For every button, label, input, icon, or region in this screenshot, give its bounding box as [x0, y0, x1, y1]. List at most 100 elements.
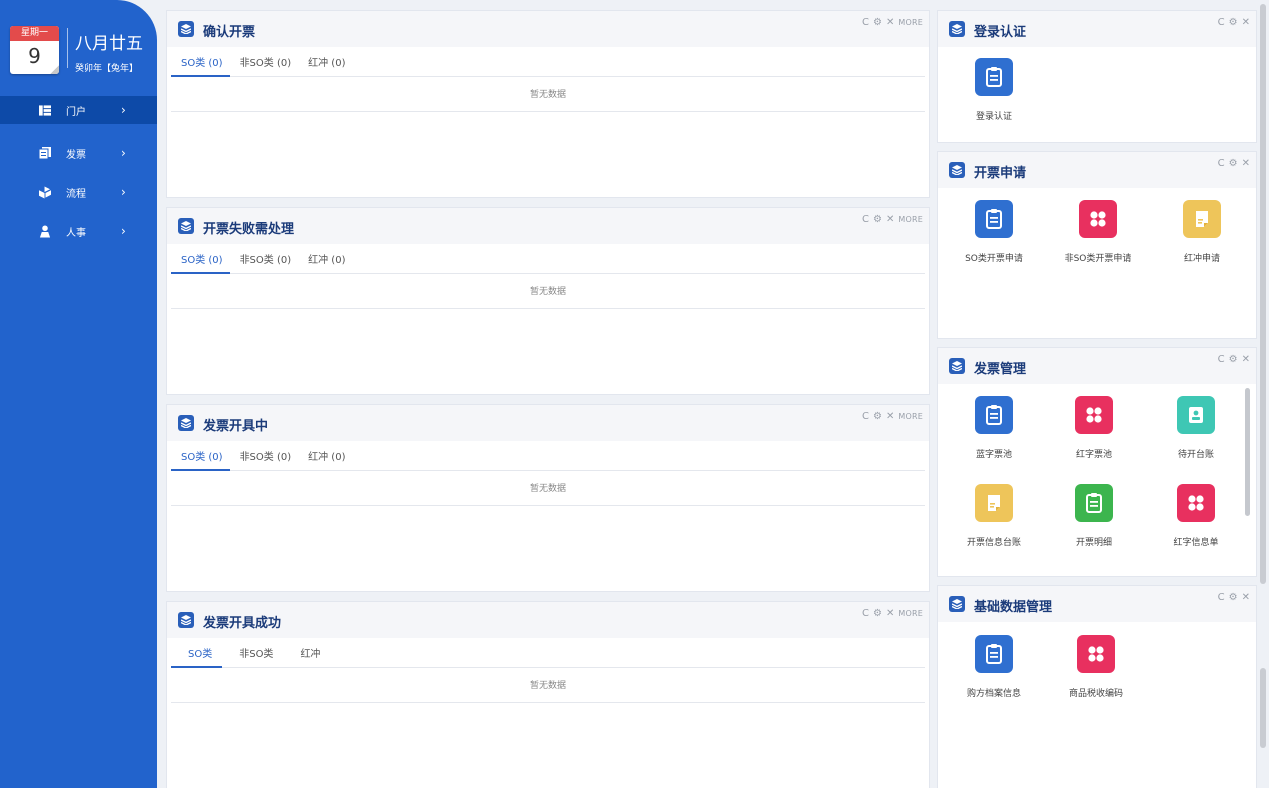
- more-link[interactable]: MORE: [898, 609, 923, 618]
- refresh-button[interactable]: C: [862, 608, 869, 619]
- panel-body: SO类 (0) 非SO类 (0) 红冲 (0) 暂无数据: [167, 47, 929, 197]
- close-button[interactable]: ✕: [1242, 158, 1250, 169]
- close-button[interactable]: ✕: [1242, 592, 1250, 603]
- tile-red-pool[interactable]: 红字票池: [1044, 396, 1144, 460]
- tab-non-so[interactable]: 非SO类 (0): [230, 55, 299, 77]
- tile-invoice-info-ledger[interactable]: 开票信息台账: [944, 484, 1044, 548]
- tile-label: SO类开票申请: [965, 254, 1023, 264]
- close-button[interactable]: ✕: [1242, 354, 1250, 365]
- tab-red-reverse[interactable]: 红冲: [283, 646, 330, 668]
- layers-icon: [178, 415, 194, 431]
- tile-red-reverse-apply[interactable]: 红冲申请: [1152, 200, 1252, 264]
- layers-icon: [949, 162, 965, 178]
- settings-button[interactable]: ⚙: [873, 411, 882, 422]
- tab-non-so[interactable]: 非SO类 (0): [230, 252, 299, 274]
- panel-body: 蓝字票池 红字票池 待开台账 开票信息台账 开票明细 红字信息单: [938, 384, 1256, 576]
- note-icon: [975, 484, 1013, 522]
- tile-label: 蓝字票池: [975, 450, 1012, 460]
- panel-scrollbar[interactable]: [1245, 388, 1250, 516]
- grid-icon: [1075, 396, 1113, 434]
- settings-button[interactable]: ⚙: [1229, 17, 1238, 28]
- refresh-button[interactable]: C: [1218, 158, 1225, 169]
- refresh-button[interactable]: C: [862, 214, 869, 225]
- tile-invoice-details[interactable]: 开票明细: [1044, 484, 1144, 548]
- tab-so[interactable]: SO类 (0): [171, 252, 230, 274]
- sidebar-item-invoice[interactable]: 发票 ›: [0, 136, 157, 170]
- tile-label: 红字票池: [1075, 450, 1112, 460]
- tile-red-info-form[interactable]: 红字信息单: [1146, 484, 1246, 548]
- close-button[interactable]: ✕: [886, 17, 894, 28]
- refresh-button[interactable]: C: [1218, 17, 1225, 28]
- tab-bar: SO类 (0) 非SO类 (0) 红冲 (0): [171, 55, 925, 77]
- sidebar-item-label: 人事: [66, 227, 86, 239]
- tab-bar: SO类 (0) 非SO类 (0) 红冲 (0): [171, 449, 925, 471]
- sidebar-item-label: 门户: [66, 106, 86, 118]
- sidebar-item-flow[interactable]: 流程 ›: [0, 175, 157, 209]
- tile-label: 非SO类开票申请: [1064, 254, 1132, 264]
- layers-icon: [178, 218, 194, 234]
- doc-icon: [975, 58, 1013, 96]
- tile-non-so-apply[interactable]: 非SO类开票申请: [1048, 200, 1148, 264]
- settings-button[interactable]: ⚙: [1229, 354, 1238, 365]
- more-link[interactable]: MORE: [898, 18, 923, 27]
- tab-so[interactable]: SO类 (0): [171, 449, 230, 471]
- tile-label: 红冲申请: [1183, 254, 1220, 264]
- sidebar-item-person[interactable]: 人事 ›: [0, 214, 157, 248]
- tab-red-reverse[interactable]: 红冲 (0): [298, 449, 352, 471]
- tile-tax-code[interactable]: 商品税收编码: [1046, 635, 1146, 699]
- panel-body: SO类 非SO类 红冲 暂无数据: [167, 638, 929, 788]
- grid-icon: [1077, 635, 1115, 673]
- panel-body: 登录认证: [938, 47, 1256, 142]
- date-widget: 星期一 9 八月廿五 癸卯年【兔年】: [10, 26, 160, 86]
- settings-button[interactable]: ⚙: [873, 214, 882, 225]
- settings-button[interactable]: ⚙: [873, 17, 882, 28]
- panel-invoice-apply: 开票申请 C ⚙ ✕ SO类开票申请 非SO类开票申请 红冲申请: [937, 151, 1257, 339]
- sidebar-item-portal[interactable]: 门户 ›: [0, 96, 157, 124]
- panel-tools: C ⚙ ✕: [1218, 158, 1250, 169]
- tile-label: 购方档案信息: [966, 689, 1021, 699]
- layers-icon: [949, 596, 965, 612]
- refresh-button[interactable]: C: [862, 17, 869, 28]
- refresh-button[interactable]: C: [862, 411, 869, 422]
- person-icon: [39, 225, 51, 237]
- more-link[interactable]: MORE: [898, 412, 923, 421]
- layers-icon: [178, 612, 194, 628]
- tile-login-auth[interactable]: 登录认证: [944, 58, 1044, 122]
- doc-icon: [975, 200, 1013, 238]
- grid-icon: [1079, 200, 1117, 238]
- page-scrollbar-lower[interactable]: [1260, 668, 1266, 748]
- tile-blue-pool[interactable]: 蓝字票池: [944, 396, 1044, 460]
- panel-header: 发票管理 C ⚙ ✕: [938, 348, 1256, 384]
- tab-so[interactable]: SO类: [171, 646, 223, 668]
- panel-tools: C ⚙ ✕ MORE: [862, 214, 923, 225]
- tab-red-reverse[interactable]: 红冲 (0): [298, 55, 352, 77]
- settings-button[interactable]: ⚙: [1229, 158, 1238, 169]
- panel-title: 发票开具成功: [203, 616, 282, 631]
- tab-red-reverse[interactable]: 红冲 (0): [298, 252, 352, 274]
- close-button[interactable]: ✕: [886, 608, 894, 619]
- tab-non-so[interactable]: 非SO类: [222, 646, 283, 668]
- close-button[interactable]: ✕: [886, 411, 894, 422]
- close-button[interactable]: ✕: [886, 214, 894, 225]
- refresh-button[interactable]: C: [1218, 354, 1225, 365]
- layers-icon: [178, 21, 194, 37]
- tile-pending-ledger[interactable]: 待开台账: [1146, 396, 1246, 460]
- panel-header: 确认开票 C ⚙ ✕ MORE: [167, 11, 929, 47]
- panel-header: 发票开具成功 C ⚙ ✕ MORE: [167, 602, 929, 638]
- close-button[interactable]: ✕: [1242, 17, 1250, 28]
- settings-button[interactable]: ⚙: [873, 608, 882, 619]
- more-link[interactable]: MORE: [898, 215, 923, 224]
- settings-button[interactable]: ⚙: [1229, 592, 1238, 603]
- lunar-year: 癸卯年【兔年】: [75, 64, 139, 74]
- tile-so-apply[interactable]: SO类开票申请: [944, 200, 1044, 264]
- page-scrollbar[interactable]: [1260, 4, 1266, 584]
- panel-title: 登录认证: [974, 25, 1027, 40]
- panel-title: 开票申请: [974, 166, 1027, 181]
- panel-header: 基础数据管理 C ⚙ ✕: [938, 586, 1256, 622]
- tab-so[interactable]: SO类 (0): [171, 55, 230, 77]
- refresh-button[interactable]: C: [1218, 592, 1225, 603]
- tile-label: 开票信息台账: [966, 538, 1021, 548]
- chevron-right-icon: ›: [121, 103, 126, 117]
- tile-buyer-profile[interactable]: 购方档案信息: [944, 635, 1044, 699]
- tab-non-so[interactable]: 非SO类 (0): [230, 449, 299, 471]
